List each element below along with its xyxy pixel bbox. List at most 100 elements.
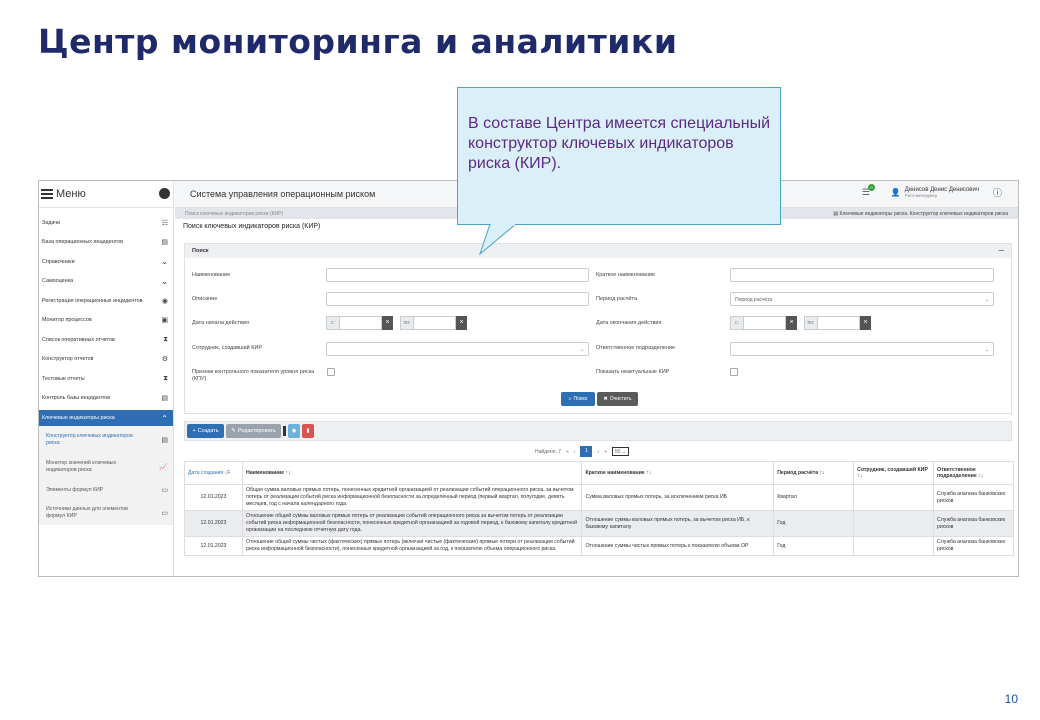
col-header-department[interactable]: Ответственное подразделение ↑↓ bbox=[933, 461, 1014, 485]
sidebar-item-incident-registration[interactable]: Регистрация операционных инцидентов ◉ bbox=[39, 291, 173, 311]
view-button[interactable]: ◉ bbox=[288, 424, 300, 438]
cell-creator bbox=[853, 510, 935, 537]
sidebar-item-label: Монитор процессов bbox=[42, 317, 92, 324]
sidebar-subitem-formula-elements[interactable]: Элементы формул КИР ▭ bbox=[39, 480, 173, 501]
sidebar-item-report-builder[interactable]: Конструктор отчетов ⚙ bbox=[39, 350, 173, 370]
sidebar-item-label: Регистрация операционных инцидентов bbox=[42, 297, 143, 304]
sidebar-item-references[interactable]: Справочники ⌄ bbox=[39, 252, 173, 272]
page-size-select[interactable]: 50 ⌄ bbox=[611, 447, 630, 456]
last-page-button[interactable]: » bbox=[604, 449, 607, 455]
target-icon: ◉ bbox=[161, 297, 168, 305]
delete-button[interactable]: ▮ bbox=[302, 424, 314, 438]
user-role: Риск-менеджер bbox=[904, 193, 938, 198]
collapse-icon[interactable]: — bbox=[999, 248, 1005, 254]
description-input[interactable] bbox=[326, 292, 589, 306]
end-date-from[interactable]: с: × bbox=[730, 316, 797, 330]
creator-select[interactable]: ⌄ bbox=[326, 342, 589, 356]
download-icon[interactable] bbox=[159, 188, 170, 199]
sidebar-subitem-data-sources[interactable]: Источники данных для элементов формул КИ… bbox=[39, 501, 173, 525]
clear-icon[interactable]: × bbox=[382, 316, 393, 330]
search-panel-header[interactable]: Поиск — bbox=[185, 244, 1011, 258]
chevron-down-icon: ⌄ bbox=[161, 257, 168, 267]
sidebar-item-label: Справочники bbox=[42, 258, 75, 265]
cell-department: Служба анализа банковских рисков bbox=[933, 510, 1014, 537]
search-button[interactable]: ⌕ Поиск bbox=[561, 392, 595, 406]
col-header-creator[interactable]: Сотрудник, создавший КИР ↑↓ bbox=[853, 461, 935, 485]
name-input[interactable] bbox=[326, 268, 589, 282]
sidebar-subitem-kri-builder[interactable]: Конструктор ключевых индикаторов риска ▤ bbox=[39, 426, 173, 454]
info-icon[interactable]: ⓘ bbox=[993, 186, 1002, 199]
cell-short-name: Отношение суммы валовых прямых потерь, з… bbox=[581, 510, 775, 537]
edit-icon: ✎ bbox=[231, 428, 236, 434]
found-count: Найдено: 7 bbox=[535, 448, 561, 455]
prev-page-button[interactable]: ‹ bbox=[574, 449, 576, 455]
table-row[interactable]: 12.01.2023 Общая сумма валовых прямых по… bbox=[184, 484, 1014, 511]
page-size-value: 50 bbox=[614, 449, 621, 455]
gears-icon: ⚙ bbox=[161, 356, 168, 364]
control-flag-checkbox[interactable] bbox=[327, 368, 335, 376]
control-flag-label: Признак контрольного показателя уровня р… bbox=[192, 369, 315, 382]
sidebar-item-incidents-base[interactable]: База операционных инцидентов ▤ bbox=[39, 233, 173, 253]
end-from-field[interactable] bbox=[744, 316, 786, 330]
show-inactive-checkbox[interactable] bbox=[730, 368, 738, 376]
description-label: Описание bbox=[192, 296, 218, 302]
table-header-row: Дата создания ↓F Наименование ↑↓ Краткое… bbox=[184, 461, 1014, 485]
sidebar-item-label: Конструктор ключевых индикаторов риска bbox=[46, 433, 133, 446]
start-date-to[interactable]: по: × bbox=[400, 316, 467, 330]
start-from-field[interactable] bbox=[340, 316, 382, 330]
short-name-input[interactable] bbox=[730, 268, 994, 282]
cell-period: Год bbox=[773, 510, 855, 537]
col-header-period[interactable]: Период расчёта ↑↓ bbox=[773, 461, 855, 485]
sidebar-group-kri[interactable]: Ключевые индикаторы риска ⌃ bbox=[39, 410, 173, 426]
sidebar-item-self-assessment[interactable]: Самооценка ⌄ bbox=[39, 272, 173, 292]
edit-button[interactable]: ✎ Редактировать bbox=[226, 424, 281, 438]
current-page[interactable]: 1 bbox=[580, 446, 593, 457]
col-header-short-name[interactable]: Краткое наименование ↑↓ bbox=[581, 461, 775, 485]
start-date-label: Дата начала действия bbox=[192, 320, 249, 326]
table-icon: ▤ bbox=[161, 395, 168, 403]
hourglass-icon: ⧗ bbox=[163, 335, 168, 343]
sidebar-item-tasks[interactable]: Задачи ☷ bbox=[39, 213, 173, 233]
chevron-down-icon: ⌄ bbox=[161, 276, 168, 286]
sidebar-item-label: Задачи bbox=[42, 219, 61, 226]
clear-button[interactable]: ✖ Очистить bbox=[597, 392, 638, 406]
list-icon: ☷ bbox=[161, 219, 168, 227]
app-title: Система управления операционным риском bbox=[190, 189, 376, 199]
tasks-icon[interactable]: ☰ 0 bbox=[862, 184, 875, 198]
clear-icon[interactable]: × bbox=[860, 316, 871, 330]
chevron-down-icon: ⌄ bbox=[984, 347, 989, 353]
create-button[interactable]: + Создать bbox=[187, 424, 224, 438]
end-date-to[interactable]: по: × bbox=[804, 316, 871, 330]
cell-creator bbox=[853, 484, 935, 511]
table-row[interactable]: 12.01.2023 Отношение общей суммы валовых… bbox=[184, 510, 1014, 537]
menu-label: Меню bbox=[56, 188, 86, 200]
clear-icon[interactable]: × bbox=[456, 316, 467, 330]
end-to-field[interactable] bbox=[818, 316, 860, 330]
table-row[interactable]: 12.01.2023 Отношение общей суммы чистых … bbox=[184, 536, 1014, 556]
period-select-value: Период расчёта bbox=[735, 297, 773, 303]
start-date-from[interactable]: с: × bbox=[326, 316, 393, 330]
col-header-date[interactable]: Дата создания ↓F bbox=[184, 461, 243, 485]
sidebar-item-incident-control[interactable]: Контроль базы инцидентов ▤ bbox=[39, 389, 173, 409]
menu-header[interactable]: Меню bbox=[39, 181, 173, 208]
breadcrumb-current: Поиск ключевых индикаторов риска (КИР) bbox=[185, 210, 284, 217]
cell-date: 12.01.2023 bbox=[184, 510, 243, 537]
department-select[interactable]: ⌄ bbox=[730, 342, 994, 356]
department-label: Ответственное подразделение bbox=[596, 345, 676, 351]
sidebar-item-label: Источники данных для элементов формул КИ… bbox=[46, 506, 128, 519]
start-to-field[interactable] bbox=[414, 316, 456, 330]
hamburger-icon[interactable] bbox=[41, 189, 53, 199]
next-page-button[interactable]: › bbox=[597, 449, 599, 455]
search-panel: Поиск — Наименование Краткое наименовани… bbox=[184, 243, 1012, 414]
first-page-button[interactable]: « bbox=[566, 449, 569, 455]
sidebar-subitem-kri-monitor[interactable]: Монитор значений ключевых индикаторов ри… bbox=[39, 454, 173, 480]
name-label: Наименование bbox=[192, 272, 231, 278]
col-header-name[interactable]: Наименование ↑↓ bbox=[241, 461, 583, 485]
user-block[interactable]: 👤 Денисов Денис Денисович Риск-менеджер ⓘ bbox=[891, 186, 1002, 199]
trash-icon: ▮ bbox=[306, 428, 310, 434]
period-select[interactable]: Период расчёта ⌄ bbox=[730, 292, 994, 306]
clear-icon[interactable]: × bbox=[786, 316, 797, 330]
sidebar-item-operative-reports[interactable]: Список оперативных отчетов ⧗ bbox=[39, 330, 173, 350]
sidebar-item-test-reports[interactable]: Тестовые отчеты ⧗ bbox=[39, 369, 173, 389]
sidebar-item-process-monitor[interactable]: Монитор процессов ▣ bbox=[39, 311, 173, 331]
